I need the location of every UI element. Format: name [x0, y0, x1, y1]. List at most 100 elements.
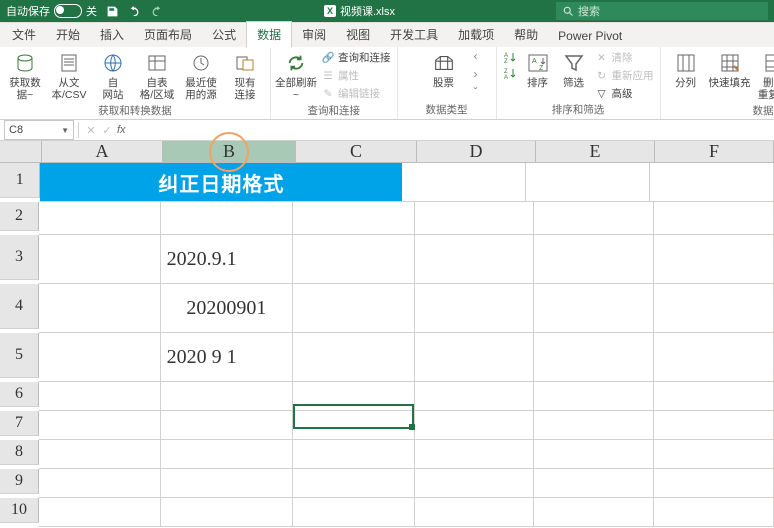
cell-E2[interactable]: [534, 202, 654, 235]
autosave-toggle[interactable]: 自动保存 关: [6, 3, 97, 19]
cell-D3[interactable]: [415, 235, 535, 284]
formula-input[interactable]: [126, 121, 774, 139]
search-box[interactable]: 搜索: [556, 2, 768, 20]
cell-D6[interactable]: [415, 382, 535, 411]
col-header-A[interactable]: A: [42, 141, 163, 163]
cell-D8[interactable]: [415, 440, 535, 469]
save-icon[interactable]: [105, 4, 119, 18]
row-header-6[interactable]: 6: [0, 382, 39, 407]
cell-F8[interactable]: [654, 440, 774, 469]
cell-F4[interactable]: [654, 284, 774, 333]
row-header-1[interactable]: 1: [0, 163, 40, 198]
cell-A3[interactable]: [39, 235, 161, 284]
cell-D1[interactable]: [402, 163, 526, 202]
worksheet[interactable]: ABCDEF 1纠正日期格式232020.9.142020090152020 9…: [0, 141, 774, 528]
cell-B10[interactable]: [161, 498, 293, 527]
row-header-5[interactable]: 5: [0, 333, 39, 378]
tab-文件[interactable]: 文件: [2, 22, 46, 47]
cell-E7[interactable]: [534, 411, 654, 440]
cell-F1[interactable]: [650, 163, 774, 202]
cell-E6[interactable]: [534, 382, 654, 411]
cell-E4[interactable]: [534, 284, 654, 333]
getdata-button-0[interactable]: 获取数 据~: [4, 49, 46, 103]
cell-C5[interactable]: [293, 333, 415, 382]
refresh-all-button[interactable]: 全部刷新 ~: [275, 49, 317, 103]
cell-A8[interactable]: [39, 440, 161, 469]
cell-B3[interactable]: 2020.9.1: [161, 235, 293, 284]
undo-icon[interactable]: [127, 4, 141, 18]
chevron-down-icon[interactable]: ˇ: [474, 85, 478, 99]
cell-F7[interactable]: [654, 411, 774, 440]
cell-F10[interactable]: [654, 498, 774, 527]
cell-A2[interactable]: [39, 202, 161, 235]
filter-button[interactable]: 筛选: [557, 49, 591, 91]
toggle-switch[interactable]: [54, 4, 82, 18]
advanced-button[interactable]: ▽高级: [593, 85, 656, 102]
cell-B6[interactable]: [161, 382, 293, 411]
cell-E3[interactable]: [534, 235, 654, 284]
cell-C2[interactable]: [293, 202, 415, 235]
cell-D4[interactable]: [415, 284, 535, 333]
name-box[interactable]: C8 ▼: [4, 120, 74, 140]
fx-icon[interactable]: fx: [117, 124, 126, 136]
tab-Power Pivot[interactable]: Power Pivot: [548, 25, 632, 47]
col-header-D[interactable]: D: [417, 141, 536, 163]
cell-E1[interactable]: [526, 163, 650, 202]
getdata-button-2[interactable]: 自 网站: [92, 49, 134, 103]
cell-A4[interactable]: [39, 284, 161, 333]
row-header-7[interactable]: 7: [0, 411, 39, 436]
cell-A9[interactable]: [39, 469, 161, 498]
cell-F6[interactable]: [654, 382, 774, 411]
tab-开始[interactable]: 开始: [46, 22, 90, 47]
row-header-2[interactable]: 2: [0, 202, 39, 231]
tab-页面布局[interactable]: 页面布局: [134, 22, 202, 47]
row-header-8[interactable]: 8: [0, 440, 39, 465]
cell-C10[interactable]: [293, 498, 415, 527]
cell-B9[interactable]: [161, 469, 293, 498]
tab-数据[interactable]: 数据: [246, 21, 292, 48]
tab-开发工具[interactable]: 开发工具: [380, 22, 448, 47]
row-header-3[interactable]: 3: [0, 235, 39, 280]
cell-E9[interactable]: [534, 469, 654, 498]
cell-B7[interactable]: [161, 411, 293, 440]
cell-A1[interactable]: 纠正日期格式: [40, 163, 402, 202]
cell-E5[interactable]: [534, 333, 654, 382]
cell-B4[interactable]: 20200901: [161, 284, 293, 333]
tab-加载项[interactable]: 加载项: [448, 22, 504, 47]
col-header-F[interactable]: F: [655, 141, 774, 163]
cell-C6[interactable]: [293, 382, 415, 411]
chevron-down-icon[interactable]: ▼: [61, 126, 69, 135]
col-header-E[interactable]: E: [536, 141, 655, 163]
cell-B2[interactable]: [161, 202, 293, 235]
redo-icon[interactable]: [149, 4, 163, 18]
cell-F3[interactable]: [654, 235, 774, 284]
datatools-button-2[interactable]: 删除 重复值: [753, 49, 774, 103]
cell-B8[interactable]: [161, 440, 293, 469]
col-header-B[interactable]: B: [163, 141, 296, 163]
cell-E10[interactable]: [534, 498, 654, 527]
cell-A7[interactable]: [39, 411, 161, 440]
cell-D9[interactable]: [415, 469, 535, 498]
cell-B5[interactable]: 2020 9 1: [161, 333, 293, 382]
cell-D5[interactable]: [415, 333, 535, 382]
tab-视图[interactable]: 视图: [336, 22, 380, 47]
getdata-button-5[interactable]: 现有 连接: [224, 49, 266, 103]
getdata-button-1[interactable]: 从文 本/CSV: [48, 49, 90, 103]
chevron-left-icon[interactable]: ‹: [474, 49, 478, 63]
cell-C7[interactable]: [293, 411, 415, 440]
tab-帮助[interactable]: 帮助: [504, 22, 548, 47]
cell-D10[interactable]: [415, 498, 535, 527]
cell-A6[interactable]: [39, 382, 161, 411]
cell-A10[interactable]: [39, 498, 161, 527]
cell-C3[interactable]: [293, 235, 415, 284]
cell-D7[interactable]: [415, 411, 535, 440]
cell-F2[interactable]: [654, 202, 774, 235]
stocks-button[interactable]: 股票: [416, 49, 472, 91]
cell-A5[interactable]: [39, 333, 161, 382]
row-header-9[interactable]: 9: [0, 469, 39, 494]
select-all-corner[interactable]: [0, 141, 42, 163]
row-header-10[interactable]: 10: [0, 498, 39, 523]
cell-E8[interactable]: [534, 440, 654, 469]
getdata-button-4[interactable]: 最近使 用的源: [180, 49, 222, 103]
cell-C4[interactable]: [293, 284, 415, 333]
